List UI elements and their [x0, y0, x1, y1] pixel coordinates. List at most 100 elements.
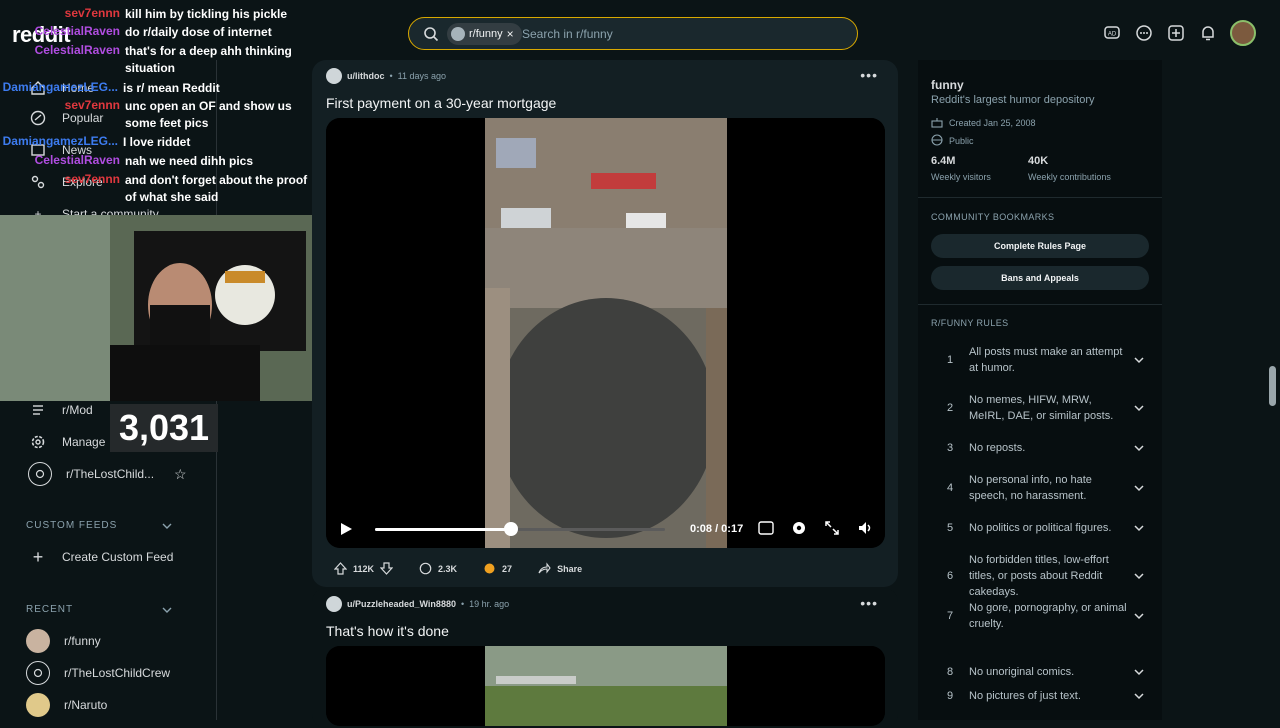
sidebar-item-manage[interactable]: Manage — [28, 432, 105, 452]
award-button[interactable]: 27 — [475, 556, 520, 582]
recent-item-lostchildcrew[interactable]: r/TheLostChildCrew — [26, 661, 170, 685]
advertise-icon[interactable]: AD — [1102, 23, 1122, 43]
sidebar-item-lostchild-label: r/TheLostChild... — [66, 467, 155, 481]
chat-message: CelestialRaven do r/daily dose of interne… — [0, 24, 315, 41]
bookmarks-heading: COMMUNITY BOOKMARKS — [931, 212, 1055, 222]
chat-message: CelestialRaven that's for a deep ahh thin… — [0, 43, 315, 77]
play-button[interactable] — [338, 521, 354, 537]
chat-icon[interactable] — [1134, 23, 1154, 43]
plus-icon: + — [32, 546, 44, 567]
rule-text: No memes, HIFW, MRW, MeIRL, DAE, or simi… — [969, 394, 1114, 422]
share-label: Share — [557, 564, 583, 574]
sidebar-item-manage-label: Manage — [62, 435, 106, 449]
notification-bell-icon[interactable] — [1198, 23, 1218, 43]
rule-item[interactable]: 5 No politics or political figures. — [931, 520, 1149, 536]
chat-message: sev7ennn kill him by tickling his pickle — [0, 6, 315, 23]
search-bar[interactable]: r/funny × Search in r/funny — [408, 17, 858, 50]
custom-feeds-heading[interactable]: CUSTOM FEEDS — [26, 520, 117, 531]
upvote-icon[interactable] — [333, 561, 348, 577]
vote-group[interactable]: 112K — [326, 556, 401, 582]
post-media[interactable] — [326, 646, 885, 726]
chevron-down-icon[interactable] — [1129, 443, 1149, 453]
globe-icon — [931, 134, 943, 148]
chevron-down-icon[interactable] — [1129, 667, 1149, 677]
video-time: 0:08 / 0:17 — [690, 523, 744, 535]
chevron-down-icon[interactable] — [1129, 523, 1149, 533]
search-input[interactable]: Search in r/funny — [522, 27, 613, 41]
rule-number: 8 — [946, 666, 954, 678]
video-player[interactable]: 0:08 / 0:17 — [326, 118, 885, 548]
viewer-counter: 3,031 — [110, 404, 218, 452]
more-options-icon[interactable]: ••• — [860, 67, 878, 83]
recent-heading[interactable]: RECENT — [26, 604, 73, 615]
chevron-down-icon[interactable] — [1129, 571, 1149, 581]
recent-item-naruto[interactable]: r/Naruto — [26, 693, 107, 717]
chevron-down-icon[interactable] — [1129, 611, 1149, 621]
comments-button[interactable]: 2.3K — [411, 556, 465, 582]
recent-item-funny[interactable]: r/funny — [26, 629, 101, 653]
subreddit-avatar — [26, 693, 50, 717]
cake-icon — [931, 116, 943, 130]
chevron-down-icon[interactable] — [1129, 355, 1149, 365]
user-avatar[interactable] — [1230, 20, 1256, 46]
post-title[interactable]: That's how it's done — [326, 623, 449, 639]
star-icon[interactable]: ☆ — [174, 466, 187, 483]
rule-text: No forbidden titles, low-effort titles, … — [969, 554, 1109, 598]
chevron-down-icon[interactable] — [1129, 403, 1149, 413]
post-time: 19 hr. ago — [469, 599, 510, 609]
stat-contributions-label: Weekly contributions — [1028, 172, 1111, 182]
chevron-down-icon[interactable] — [1129, 483, 1149, 493]
divider — [918, 197, 1162, 198]
user-avatar — [326, 596, 342, 612]
video-scrubber[interactable] — [375, 522, 665, 536]
settings-icon[interactable] — [791, 520, 807, 541]
page-scrollbar[interactable] — [1269, 366, 1276, 406]
close-icon[interactable]: × — [507, 27, 514, 41]
downvote-icon[interactable] — [379, 561, 394, 577]
rule-item[interactable]: 3 No reposts. — [931, 440, 1149, 456]
post-card[interactable]: u/Puzzleheaded_Win8880 • 19 hr. ago ••• … — [312, 588, 898, 728]
rule-number: 1 — [946, 354, 954, 366]
post-card[interactable]: u/lithdoc • 11 days ago ••• First paymen… — [312, 60, 898, 587]
stat-contributions-value: 40K — [1028, 155, 1049, 167]
volume-icon[interactable] — [857, 520, 873, 541]
more-options-icon[interactable]: ••• — [860, 595, 878, 611]
post-time: 11 days ago — [397, 71, 447, 81]
chevron-down-icon[interactable] — [162, 521, 172, 531]
rule-item[interactable]: 8 No unoriginal comics. — [931, 664, 1149, 680]
rule-number: 9 — [946, 690, 954, 702]
rule-text: No politics or political figures. — [969, 522, 1112, 534]
post-image — [326, 646, 885, 726]
rule-item[interactable]: 6 No forbidden titles, low-effort titles,… — [931, 552, 1149, 600]
post-title[interactable]: First payment on a 30-year mortgage — [326, 95, 556, 111]
post-author[interactable]: u/lithdoc — [347, 71, 385, 81]
chat-text: that's for a deep ahh thinking situation — [125, 44, 292, 75]
fullscreen-icon[interactable] — [824, 520, 840, 541]
rule-item[interactable]: 9 No pictures of just text. — [931, 688, 1149, 704]
comment-icon — [419, 562, 432, 577]
subreddit-avatar — [26, 629, 50, 653]
captions-icon[interactable] — [758, 521, 774, 540]
search-scope-label: r/funny — [469, 28, 503, 40]
divider — [918, 304, 1162, 305]
meta-dot: • — [460, 599, 465, 609]
rule-number: 5 — [946, 522, 954, 534]
chevron-down-icon[interactable] — [162, 605, 172, 615]
sidebar-item-lostchild[interactable]: r/TheLostChild... ☆ — [28, 462, 187, 486]
post-author[interactable]: u/Puzzleheaded_Win8880 — [347, 599, 456, 609]
create-custom-feed-button[interactable]: + Create Custom Feed — [28, 546, 174, 567]
rule-item[interactable]: 2 No memes, HIFW, MRW, MeIRL, DAE, or sim… — [931, 392, 1149, 424]
bookmark-bans-button[interactable]: Bans and Appeals — [931, 266, 1149, 290]
chat-text: do r/daily dose of internet — [125, 25, 272, 39]
rule-item[interactable]: 4 No personal info, no hate speech, no ha… — [931, 472, 1149, 504]
rules-heading: R/FUNNY RULES — [931, 318, 1009, 328]
chat-text: is r/ mean Reddit — [123, 81, 220, 95]
bookmark-rules-button[interactable]: Complete Rules Page — [931, 234, 1149, 258]
share-button[interactable]: Share — [530, 556, 590, 582]
chevron-down-icon[interactable] — [1129, 691, 1149, 701]
search-scope-chip[interactable]: r/funny × — [447, 23, 522, 45]
sidebar-item-mod[interactable]: r/Mod — [28, 400, 93, 420]
rule-item[interactable]: 1 All posts must make an attempt at humor… — [931, 344, 1149, 376]
rule-item[interactable]: 7 No gore, pornography, or animal cruelty… — [931, 600, 1149, 632]
create-post-icon[interactable] — [1166, 23, 1186, 43]
